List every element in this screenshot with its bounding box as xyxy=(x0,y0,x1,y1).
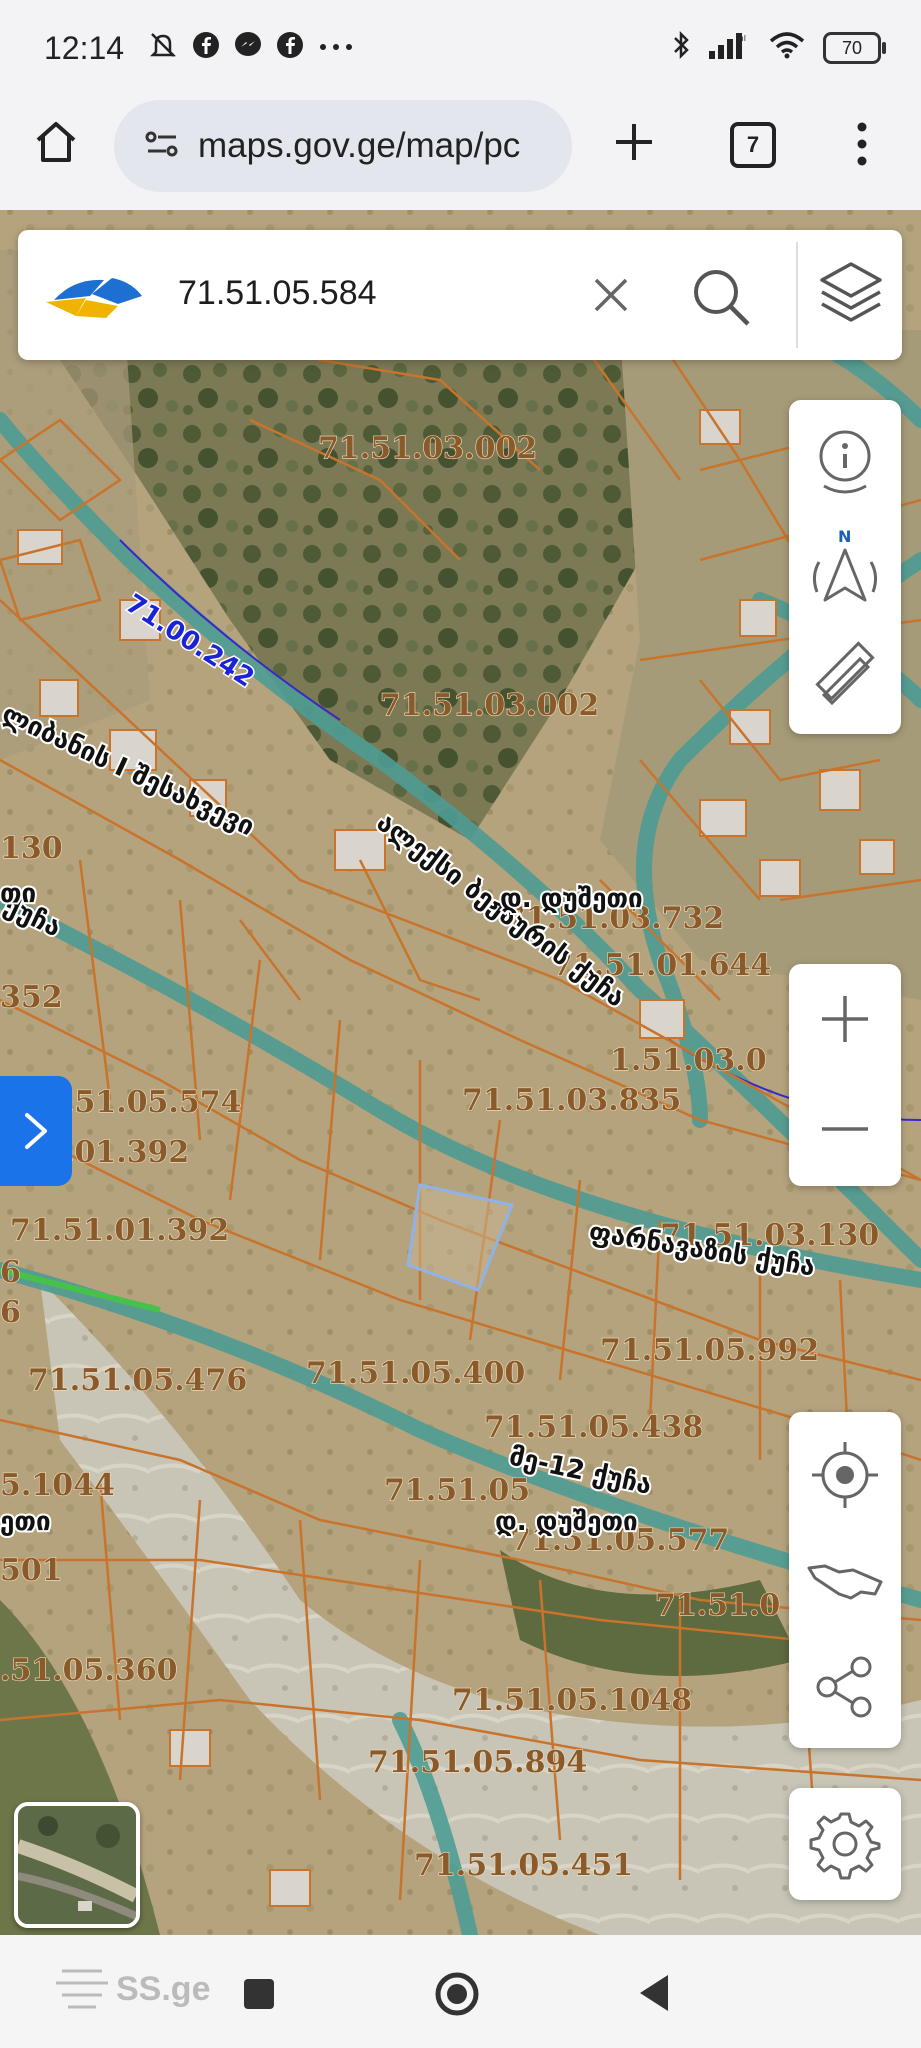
bluetooth-icon xyxy=(671,30,691,65)
search-bar: 71.51.05.584 xyxy=(18,230,902,360)
measure-button[interactable] xyxy=(789,624,901,724)
site-settings-icon[interactable] xyxy=(144,129,180,164)
address-bar[interactable]: maps.gov.ge/map/pc xyxy=(114,100,572,192)
parcel-label[interactable]: 6 xyxy=(0,1254,21,1290)
svg-text:N: N xyxy=(838,527,851,546)
full-extent-button[interactable] xyxy=(789,1528,901,1634)
village-label: დ. დუშეთი xyxy=(500,884,643,914)
zoom-panel xyxy=(789,964,901,1186)
clear-search-icon[interactable] xyxy=(592,276,630,319)
satellite-thumbnail xyxy=(18,1806,136,1924)
parcel-label[interactable]: 71.51.01.392 xyxy=(9,1212,229,1248)
georgia-map-icon xyxy=(807,1564,883,1600)
ruler-pencil-icon xyxy=(815,641,875,706)
watermark-text: SS.ge xyxy=(116,1969,211,2008)
minus-icon xyxy=(822,1127,868,1131)
more-menu-icon[interactable] xyxy=(856,122,868,171)
parcel-label[interactable]: 71.51.05.451 xyxy=(413,1847,633,1883)
gear-icon xyxy=(809,1812,881,1880)
parcel-label[interactable]: 6 xyxy=(0,1294,21,1330)
crosshair-icon xyxy=(812,1442,878,1508)
square-icon xyxy=(244,1979,274,2009)
facebook-icon xyxy=(276,31,304,64)
north-arrow-icon: N xyxy=(812,527,878,602)
map-tools-panel: N xyxy=(789,400,901,734)
wifi-icon xyxy=(769,31,805,64)
system-icons: .ıl 70 xyxy=(671,30,886,65)
messenger-icon xyxy=(234,31,262,64)
village-label: თი xyxy=(0,879,36,909)
parcel-label[interactable]: 71.51.05.992 xyxy=(599,1332,819,1368)
parcel-label[interactable]: 71.51.03.002 xyxy=(379,687,599,723)
parcel-label[interactable]: 71.51.03.835 xyxy=(461,1082,681,1118)
side-panel-toggle[interactable] xyxy=(0,1076,72,1186)
watermark-logo: SS.ge xyxy=(54,1965,210,2013)
chevron-right-icon xyxy=(25,1113,47,1149)
village-label: დ. დუშეთი xyxy=(495,1507,638,1537)
url-text: maps.gov.ge/map/pc xyxy=(198,126,521,165)
home-nav-button[interactable] xyxy=(434,1971,480,2022)
parcel-label[interactable]: 352 xyxy=(0,979,63,1015)
satellite-map: 71.51.03.002 71.51.03.002 71.51.03.732 7… xyxy=(0,210,921,1935)
plus-icon xyxy=(822,996,868,1042)
home-icon[interactable] xyxy=(34,120,78,169)
signal-icon: .ıl xyxy=(709,31,751,64)
watermark-lines-icon xyxy=(56,1969,108,2009)
parcel-label[interactable]: 130 xyxy=(0,830,63,866)
basemap-switcher[interactable] xyxy=(14,1802,140,1928)
parcel-label[interactable]: 71.51.05.1048 xyxy=(451,1682,692,1718)
search-icon[interactable] xyxy=(690,266,752,333)
svg-text:.ıl: .ıl xyxy=(739,34,746,43)
system-nav-bar: SS.ge xyxy=(0,1935,921,2048)
info-button[interactable] xyxy=(789,412,901,512)
parcel-label[interactable]: .01.392 xyxy=(63,1134,189,1170)
zoom-out-button[interactable] xyxy=(789,1074,901,1184)
settings-panel xyxy=(789,1788,901,1900)
more-notifications-icon xyxy=(318,39,354,57)
search-input[interactable]: 71.51.05.584 xyxy=(178,274,377,313)
map-canvas[interactable]: 71.51.03.002 71.51.03.002 71.51.03.732 7… xyxy=(0,210,921,1935)
parcel-label[interactable]: 71.51.05.438 xyxy=(483,1409,703,1445)
new-tab-icon[interactable] xyxy=(614,122,654,167)
settings-button[interactable] xyxy=(789,1788,901,1900)
parcel-label[interactable]: 71.51.03.002 xyxy=(317,430,537,466)
status-time: 12:14 xyxy=(44,30,125,66)
parcel-label[interactable]: 71.51.0 xyxy=(654,1587,780,1623)
browser-toolbar: maps.gov.ge/map/pc 7 xyxy=(0,100,921,210)
parcel-label[interactable]: 71.51.05.894 xyxy=(367,1744,587,1780)
my-location-button[interactable] xyxy=(789,1422,901,1528)
parcel-label[interactable]: 71.51.05.476 xyxy=(27,1362,247,1398)
compass-button[interactable]: N xyxy=(789,518,901,618)
parcel-label[interactable]: 71.51.05 xyxy=(383,1472,530,1508)
battery-icon: 70 xyxy=(823,31,886,64)
recents-button[interactable] xyxy=(242,1977,276,2016)
village-label: ეთი xyxy=(0,1507,51,1537)
parcel-label[interactable]: .51.05.360 xyxy=(0,1652,178,1688)
status-bar: 12:14 .ıl 70 xyxy=(0,0,921,100)
info-pin-icon xyxy=(819,430,871,494)
divider xyxy=(796,242,798,348)
mute-icon xyxy=(148,30,178,65)
layers-icon[interactable] xyxy=(818,260,884,333)
tab-switcher-button[interactable]: 7 xyxy=(730,122,776,168)
circle-home-icon xyxy=(435,1972,479,2016)
parcel-label[interactable]: 501 xyxy=(0,1552,63,1588)
notification-icons xyxy=(148,30,354,65)
parcel-label[interactable]: 5.1044 xyxy=(0,1467,115,1503)
parcel-label[interactable]: 71.51.05.400 xyxy=(305,1355,525,1391)
napr-logo[interactable] xyxy=(46,270,146,325)
share-icon xyxy=(816,1656,872,1718)
parcel-label[interactable]: .51.05.574 xyxy=(63,1084,242,1120)
zoom-in-button[interactable] xyxy=(789,964,901,1074)
location-tools-panel xyxy=(789,1412,901,1748)
facebook-icon xyxy=(192,31,220,64)
parcel-label[interactable]: 1.51.03.0 xyxy=(609,1042,767,1078)
back-button[interactable] xyxy=(638,1973,672,2018)
back-triangle-icon xyxy=(640,1975,668,2011)
share-button[interactable] xyxy=(789,1634,901,1740)
